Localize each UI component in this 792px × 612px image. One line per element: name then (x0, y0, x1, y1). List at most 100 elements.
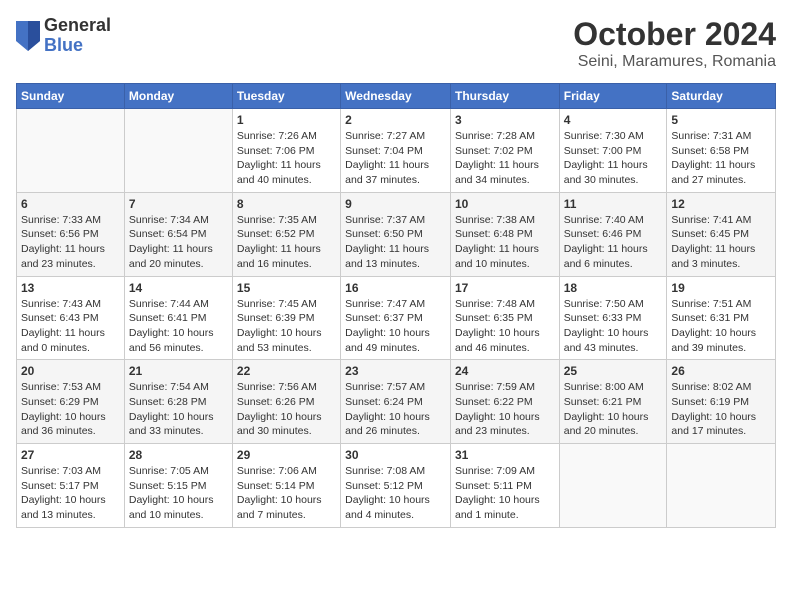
cell-day-number: 1 (237, 113, 336, 127)
cell-info: Sunrise: 7:34 AM Sunset: 6:54 PM Dayligh… (129, 213, 228, 272)
cell-info: Sunrise: 7:27 AM Sunset: 7:04 PM Dayligh… (345, 129, 446, 188)
cell-info: Sunrise: 7:09 AM Sunset: 5:11 PM Dayligh… (455, 464, 555, 523)
cell-day-number: 16 (345, 281, 446, 295)
cell-day-number: 9 (345, 197, 446, 211)
page-subtitle: Seini, Maramures, Romania (573, 53, 776, 71)
calendar-cell: 10 Sunrise: 7:38 AM Sunset: 6:48 PM Dayli… (450, 192, 559, 276)
cell-info: Sunrise: 7:37 AM Sunset: 6:50 PM Dayligh… (345, 213, 446, 272)
page-header: General Blue October 2024 Seini, Maramur… (16, 16, 776, 71)
cell-info: Sunrise: 7:56 AM Sunset: 6:26 PM Dayligh… (237, 380, 336, 439)
title-block: October 2024 Seini, Maramures, Romania (573, 16, 776, 71)
calendar-cell: 23 Sunrise: 7:57 AM Sunset: 6:24 PM Dayli… (341, 360, 451, 444)
calendar-cell: 16 Sunrise: 7:47 AM Sunset: 6:37 PM Dayli… (341, 276, 451, 360)
calendar-cell: 7 Sunrise: 7:34 AM Sunset: 6:54 PM Daylig… (124, 192, 232, 276)
cell-day-number: 18 (564, 281, 663, 295)
cell-info: Sunrise: 7:03 AM Sunset: 5:17 PM Dayligh… (21, 464, 120, 523)
calendar-cell: 26 Sunrise: 8:02 AM Sunset: 6:19 PM Dayli… (667, 360, 776, 444)
cell-info: Sunrise: 7:06 AM Sunset: 5:14 PM Dayligh… (237, 464, 336, 523)
day-header-monday: Monday (124, 84, 232, 109)
cell-info: Sunrise: 7:35 AM Sunset: 6:52 PM Dayligh… (237, 213, 336, 272)
calendar-cell: 30 Sunrise: 7:08 AM Sunset: 5:12 PM Dayli… (341, 444, 451, 528)
day-header-saturday: Saturday (667, 84, 776, 109)
cell-day-number: 12 (671, 197, 771, 211)
cell-day-number: 2 (345, 113, 446, 127)
calendar-cell: 5 Sunrise: 7:31 AM Sunset: 6:58 PM Daylig… (667, 109, 776, 193)
cell-day-number: 29 (237, 448, 336, 462)
cell-info: Sunrise: 7:51 AM Sunset: 6:31 PM Dayligh… (671, 297, 771, 356)
calendar-cell: 4 Sunrise: 7:30 AM Sunset: 7:00 PM Daylig… (559, 109, 667, 193)
calendar-header: SundayMondayTuesdayWednesdayThursdayFrid… (17, 84, 776, 109)
logo-line2: Blue (44, 36, 111, 56)
cell-day-number: 28 (129, 448, 228, 462)
cell-info: Sunrise: 7:47 AM Sunset: 6:37 PM Dayligh… (345, 297, 446, 356)
cell-info: Sunrise: 7:38 AM Sunset: 6:48 PM Dayligh… (455, 213, 555, 272)
cell-day-number: 10 (455, 197, 555, 211)
logo-line1: General (44, 16, 111, 36)
cell-day-number: 3 (455, 113, 555, 127)
cell-day-number: 11 (564, 197, 663, 211)
cell-info: Sunrise: 7:30 AM Sunset: 7:00 PM Dayligh… (564, 129, 663, 188)
cell-day-number: 21 (129, 364, 228, 378)
cell-info: Sunrise: 7:28 AM Sunset: 7:02 PM Dayligh… (455, 129, 555, 188)
cell-info: Sunrise: 7:31 AM Sunset: 6:58 PM Dayligh… (671, 129, 771, 188)
cell-info: Sunrise: 7:08 AM Sunset: 5:12 PM Dayligh… (345, 464, 446, 523)
cell-day-number: 4 (564, 113, 663, 127)
cell-info: Sunrise: 7:50 AM Sunset: 6:33 PM Dayligh… (564, 297, 663, 356)
calendar-cell: 24 Sunrise: 7:59 AM Sunset: 6:22 PM Dayli… (450, 360, 559, 444)
cell-info: Sunrise: 7:45 AM Sunset: 6:39 PM Dayligh… (237, 297, 336, 356)
cell-info: Sunrise: 7:59 AM Sunset: 6:22 PM Dayligh… (455, 380, 555, 439)
calendar-cell: 8 Sunrise: 7:35 AM Sunset: 6:52 PM Daylig… (232, 192, 340, 276)
cell-day-number: 31 (455, 448, 555, 462)
cell-day-number: 26 (671, 364, 771, 378)
calendar-cell: 18 Sunrise: 7:50 AM Sunset: 6:33 PM Dayli… (559, 276, 667, 360)
day-header-friday: Friday (559, 84, 667, 109)
cell-day-number: 22 (237, 364, 336, 378)
day-header-wednesday: Wednesday (341, 84, 451, 109)
calendar-body: 1 Sunrise: 7:26 AM Sunset: 7:06 PM Daylig… (17, 109, 776, 528)
calendar-cell: 11Sunrise: 7:40 AM Sunset: 6:46 PM Dayli… (559, 192, 667, 276)
calendar-cell: 17Sunrise: 7:48 AM Sunset: 6:35 PM Dayli… (450, 276, 559, 360)
cell-day-number: 15 (237, 281, 336, 295)
cell-day-number: 30 (345, 448, 446, 462)
cell-day-number: 24 (455, 364, 555, 378)
header-row: SundayMondayTuesdayWednesdayThursdayFrid… (17, 84, 776, 109)
cell-info: Sunrise: 7:33 AM Sunset: 6:56 PM Dayligh… (21, 213, 120, 272)
cell-info: Sunrise: 7:54 AM Sunset: 6:28 PM Dayligh… (129, 380, 228, 439)
calendar-cell: 6 Sunrise: 7:33 AM Sunset: 6:56 PM Daylig… (17, 192, 125, 276)
cell-info: Sunrise: 7:41 AM Sunset: 6:45 PM Dayligh… (671, 213, 771, 272)
calendar-cell: 27Sunrise: 7:03 AM Sunset: 5:17 PM Dayli… (17, 444, 125, 528)
cell-info: Sunrise: 7:26 AM Sunset: 7:06 PM Dayligh… (237, 129, 336, 188)
calendar-cell: 9 Sunrise: 7:37 AM Sunset: 6:50 PM Daylig… (341, 192, 451, 276)
cell-day-number: 20 (21, 364, 120, 378)
calendar-cell: 12 Sunrise: 7:41 AM Sunset: 6:45 PM Dayli… (667, 192, 776, 276)
cell-day-number: 7 (129, 197, 228, 211)
calendar-cell (667, 444, 776, 528)
cell-day-number: 19 (671, 281, 771, 295)
page-title: October 2024 (573, 16, 776, 53)
calendar-cell (124, 109, 232, 193)
cell-day-number: 25 (564, 364, 663, 378)
cell-day-number: 17 (455, 281, 555, 295)
calendar-week: 6 Sunrise: 7:33 AM Sunset: 6:56 PM Daylig… (17, 192, 776, 276)
cell-day-number: 14 (129, 281, 228, 295)
cell-info: Sunrise: 8:02 AM Sunset: 6:19 PM Dayligh… (671, 380, 771, 439)
logo-icon (16, 21, 40, 51)
calendar-week: 1 Sunrise: 7:26 AM Sunset: 7:06 PM Daylig… (17, 109, 776, 193)
calendar-week: 20 Sunrise: 7:53 AM Sunset: 6:29 PM Dayli… (17, 360, 776, 444)
day-header-tuesday: Tuesday (232, 84, 340, 109)
calendar-week: 13Sunrise: 7:43 AM Sunset: 6:43 PM Dayli… (17, 276, 776, 360)
calendar-cell: 28Sunrise: 7:05 AM Sunset: 5:15 PM Dayli… (124, 444, 232, 528)
cell-info: Sunrise: 7:57 AM Sunset: 6:24 PM Dayligh… (345, 380, 446, 439)
calendar-cell: 13Sunrise: 7:43 AM Sunset: 6:43 PM Dayli… (17, 276, 125, 360)
cell-day-number: 5 (671, 113, 771, 127)
cell-day-number: 8 (237, 197, 336, 211)
logo-text: General Blue (44, 16, 111, 56)
calendar-cell: 20 Sunrise: 7:53 AM Sunset: 6:29 PM Dayli… (17, 360, 125, 444)
cell-day-number: 6 (21, 197, 120, 211)
cell-day-number: 23 (345, 364, 446, 378)
day-header-sunday: Sunday (17, 84, 125, 109)
calendar-cell: 29 Sunrise: 7:06 AM Sunset: 5:14 PM Dayli… (232, 444, 340, 528)
logo: General Blue (16, 16, 111, 56)
cell-info: Sunrise: 7:53 AM Sunset: 6:29 PM Dayligh… (21, 380, 120, 439)
calendar-cell: 21 Sunrise: 7:54 AM Sunset: 6:28 PM Dayli… (124, 360, 232, 444)
